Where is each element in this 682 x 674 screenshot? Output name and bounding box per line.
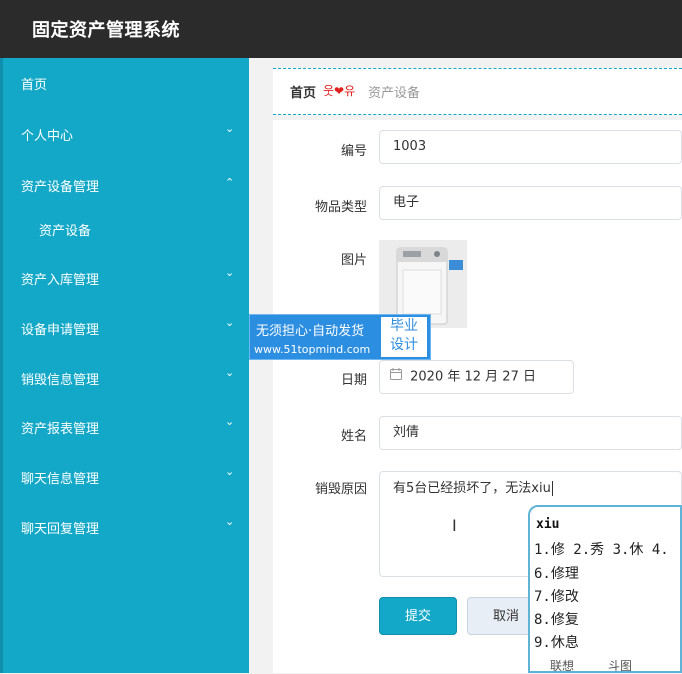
sidebar-item-equipment-request-mgmt[interactable]: 设备申请管理 xyxy=(21,319,99,338)
date-field[interactable]: 2020 年 12 月 27 日 xyxy=(379,360,574,394)
reason-text: 有5台已经损坏了，无法xiu xyxy=(393,481,551,496)
sidebar-subitem-asset-equipment[interactable]: 资产设备 xyxy=(39,220,91,239)
name-label: 姓名 xyxy=(340,429,367,444)
top-bar: 固定资产管理系统 xyxy=(0,0,682,58)
id-label: 编号 xyxy=(340,144,367,159)
chevron-up-icon[interactable]: ⌃ xyxy=(225,176,234,189)
calendar-icon xyxy=(390,361,402,393)
chevron-down-icon[interactable]: ⌄ xyxy=(225,122,234,135)
ime-candidate[interactable]: 6.修理 xyxy=(534,563,579,583)
sidebar-item-personal-center[interactable]: 个人中心 xyxy=(21,125,73,144)
sidebar-item-chat-info-mgmt[interactable]: 聊天信息管理 xyxy=(21,468,99,487)
ime-candidate[interactable]: 8.修复 xyxy=(534,609,579,629)
watermark-line1: 无须担心·自动发货 xyxy=(256,324,365,339)
chevron-down-icon[interactable]: ⌄ xyxy=(225,515,234,528)
watermark-url: www.51topmind.com xyxy=(254,343,371,356)
ime-pinyin: xiu xyxy=(536,517,560,532)
type-field[interactable]: 电子 xyxy=(379,186,682,220)
sidebar-item-disposal-info-mgmt[interactable]: 销毁信息管理 xyxy=(21,369,99,388)
sidebar-item-asset-storage-mgmt[interactable]: 资产入库管理 xyxy=(21,269,99,288)
ime-candidate[interactable]: 7.修改 xyxy=(534,586,579,606)
ime-candidate-window[interactable]: xiu 1.修 2.秀 3.休 4. 6.修理 7.修改 8.修复 9.休息 联… xyxy=(528,505,682,673)
image-label: 图片 xyxy=(340,253,367,268)
ime-association-tab[interactable]: 联想 xyxy=(550,657,574,674)
chevron-down-icon[interactable]: ⌄ xyxy=(225,316,234,329)
breadcrumb-decoration: 웃❤유 xyxy=(323,84,356,98)
chevron-down-icon[interactable]: ⌄ xyxy=(225,366,234,379)
date-label: 日期 xyxy=(340,373,367,388)
breadcrumb-current: 资产设备 xyxy=(368,86,421,101)
chevron-down-icon[interactable]: ⌄ xyxy=(225,266,234,279)
sidebar: 首页 个人中心 ⌄ 资产设备管理 ⌃ 资产设备 资产入库管理 ⌄ 设备申请管理 … xyxy=(0,58,249,673)
chevron-down-icon[interactable]: ⌄ xyxy=(225,415,234,428)
submit-button[interactable]: 提交 xyxy=(379,597,457,635)
chevron-down-icon[interactable]: ⌄ xyxy=(225,465,234,478)
app-title: 固定资产管理系统 xyxy=(32,20,180,41)
watermark-badge: 毕业 设计 xyxy=(381,317,427,357)
sidebar-item-asset-report-mgmt[interactable]: 资产报表管理 xyxy=(21,418,99,437)
sidebar-item-asset-equipment-mgmt[interactable]: 资产设备管理 xyxy=(21,176,99,195)
watermark-badge-line2: 设计 xyxy=(390,337,418,353)
sidebar-item-home[interactable]: 首页 xyxy=(21,74,47,93)
sidebar-item-chat-reply-mgmt[interactable]: 聊天回复管理 xyxy=(21,518,99,537)
ime-sticker-tab[interactable]: 斗图 xyxy=(608,657,632,674)
type-label: 物品类型 xyxy=(314,200,367,215)
breadcrumb-home[interactable]: 首页 xyxy=(290,82,316,101)
date-value: 2020 年 12 月 27 日 xyxy=(410,369,536,385)
name-field[interactable]: 刘倩 xyxy=(379,416,682,450)
ime-candidate[interactable]: 9.休息 xyxy=(534,632,579,652)
breadcrumb: 首页 웃❤유 资产设备 xyxy=(273,68,682,115)
watermark-badge-line1: 毕业 xyxy=(390,318,418,334)
watermark-banner: 无须担心·自动发货 www.51topmind.com 毕业 设计 xyxy=(249,314,431,360)
ime-candidate-row[interactable]: 1.修 2.秀 3.休 4. xyxy=(534,539,669,559)
id-field[interactable]: 1003 xyxy=(379,130,682,164)
reason-label: 销毁原因 xyxy=(314,482,367,497)
text-cursor-icon: I xyxy=(452,516,457,535)
